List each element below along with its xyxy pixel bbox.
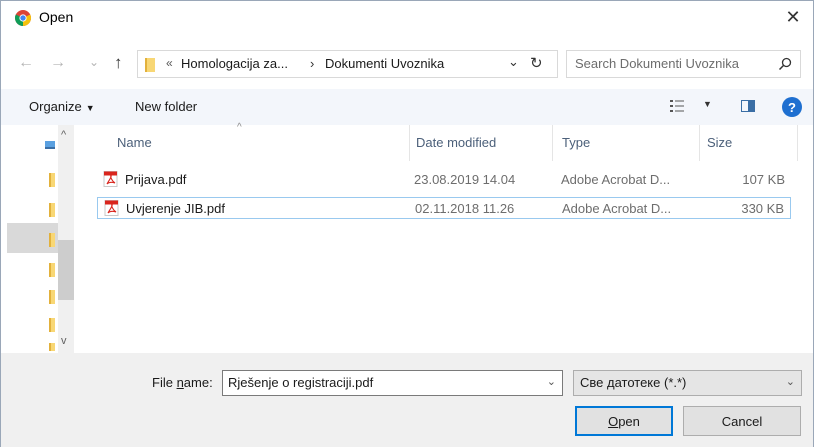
file-date-modified: 23.08.2019 14.04 — [414, 172, 516, 187]
file-type: Adobe Acrobat D... — [561, 172, 671, 187]
column-header-size[interactable]: Size — [707, 135, 732, 150]
search-icon[interactable] — [778, 57, 792, 71]
open-file-dialog: Open ✕ ← → ⌄ ↑ « Homologacija za... › Do… — [0, 0, 814, 447]
scroll-down-icon[interactable]: v — [61, 335, 67, 347]
column-divider[interactable] — [409, 125, 410, 161]
breadcrumb-dokumenti-uvoznika[interactable]: Dokumenti Uvoznika — [325, 56, 444, 71]
recent-locations-button[interactable]: ⌄ — [89, 55, 99, 69]
pdf-file-icon — [103, 171, 118, 187]
file-size: 330 KB — [741, 201, 784, 216]
dialog-footer: File name: Rješenje o registraciji.pdf ⌄… — [1, 353, 813, 447]
file-name-label: File name: — [152, 375, 213, 390]
open-label-accesskey: O — [608, 413, 619, 429]
folder-icon[interactable] — [49, 318, 55, 332]
scroll-up-icon[interactable]: ^ — [61, 129, 66, 141]
help-icon[interactable]: ? — [782, 97, 802, 117]
folder-icon — [145, 58, 155, 72]
new-folder-button[interactable]: New folder — [135, 99, 197, 114]
file-name-label-accesskey: n — [176, 375, 184, 390]
column-divider[interactable] — [699, 125, 700, 161]
title-bar: Open ✕ — [1, 1, 813, 34]
file-name: Prijava.pdf — [125, 172, 187, 187]
file-row[interactable]: Prijava.pdf 23.08.2019 14.04 Adobe Acrob… — [97, 169, 791, 191]
file-type-select[interactable]: Све датотеке (*.*) ⌄ — [573, 370, 802, 396]
column-header-date-modified[interactable]: Date modified — [416, 135, 496, 150]
chevron-down-icon[interactable]: ⌄ — [786, 375, 795, 388]
close-icon: ✕ — [785, 7, 801, 27]
folder-icon[interactable] — [49, 263, 55, 277]
pdf-file-icon — [104, 200, 119, 216]
folder-icon[interactable] — [49, 233, 55, 247]
breadcrumb-homologacija[interactable]: Homologacija za... — [181, 56, 288, 71]
forward-button[interactable]: → — [50, 54, 66, 72]
chevron-down-icon[interactable]: ⌄ — [547, 375, 556, 388]
column-header-row: ^ Name Date modified Type Size — [87, 122, 813, 161]
refresh-icon[interactable]: ↻ — [530, 54, 543, 72]
cancel-button[interactable]: Cancel — [683, 406, 801, 436]
window-title: Open — [39, 9, 74, 25]
open-button[interactable]: Open — [575, 406, 673, 436]
file-list: ^ Name Date modified Type Size Prijava.p… — [87, 122, 813, 353]
sort-indicator-icon: ^ — [237, 122, 242, 133]
folder-icon[interactable] — [49, 173, 55, 187]
search-placeholder: Search Dokumenti Uvoznika — [575, 56, 740, 71]
file-row-selected[interactable]: Uvjerenje JIB.pdf 02.11.2018 11.26 Adobe… — [97, 197, 791, 219]
folder-icon[interactable] — [49, 290, 55, 304]
folder-icon[interactable] — [49, 343, 55, 351]
column-header-type[interactable]: Type — [562, 135, 590, 150]
chrome-icon — [15, 10, 31, 26]
file-date-modified: 02.11.2018 11.26 — [415, 201, 515, 216]
file-name-value[interactable]: Rješenje o registraciji.pdf — [228, 375, 373, 390]
scrollbar-thumb[interactable] — [58, 240, 74, 300]
close-button[interactable]: ✕ — [773, 1, 813, 34]
preview-pane-icon[interactable] — [741, 100, 755, 112]
column-divider[interactable] — [797, 125, 798, 161]
search-input[interactable]: Search Dokumenti Uvoznika — [566, 50, 801, 78]
navigation-scrollbar[interactable] — [58, 125, 74, 353]
file-name: Uvjerenje JIB.pdf — [126, 201, 225, 216]
navigation-pane: ^ v — [1, 125, 74, 353]
address-overflow-button[interactable]: « — [166, 56, 173, 70]
column-header-name[interactable]: Name — [117, 135, 152, 150]
view-dropdown-icon[interactable]: ▼ — [703, 99, 712, 109]
open-label: pen — [618, 413, 640, 429]
file-name-label-part: ame: — [183, 375, 213, 390]
address-dropdown-icon[interactable]: ⌄ — [508, 54, 519, 70]
folder-icon[interactable] — [49, 203, 55, 217]
breadcrumb-separator-icon[interactable]: › — [310, 56, 314, 71]
file-type-value: Све датотеке (*.*) — [580, 375, 687, 390]
file-type: Adobe Acrobat D... — [562, 201, 672, 216]
file-name-label-part: File — [152, 375, 177, 390]
navigation-bar: ← → ⌄ ↑ « Homologacija za... › Dokumenti… — [1, 49, 813, 79]
column-divider[interactable] — [552, 125, 553, 161]
this-pc-icon[interactable] — [45, 141, 55, 149]
up-button[interactable]: ↑ — [114, 53, 123, 73]
organize-label: Organize — [29, 99, 82, 114]
file-name-combobox[interactable]: Rješenje o registraciji.pdf ⌄ — [222, 370, 563, 396]
view-options-icon[interactable] — [670, 99, 684, 113]
file-size: 107 KB — [742, 172, 785, 187]
chevron-down-icon: ▼ — [85, 103, 95, 113]
command-toolbar: Organize ▼ New folder ▼ ? — [1, 89, 813, 125]
back-button[interactable]: ← — [18, 54, 34, 72]
address-bar[interactable]: « Homologacija za... › Dokumenti Uvoznik… — [137, 50, 558, 78]
organize-button[interactable]: Organize ▼ — [29, 99, 95, 114]
